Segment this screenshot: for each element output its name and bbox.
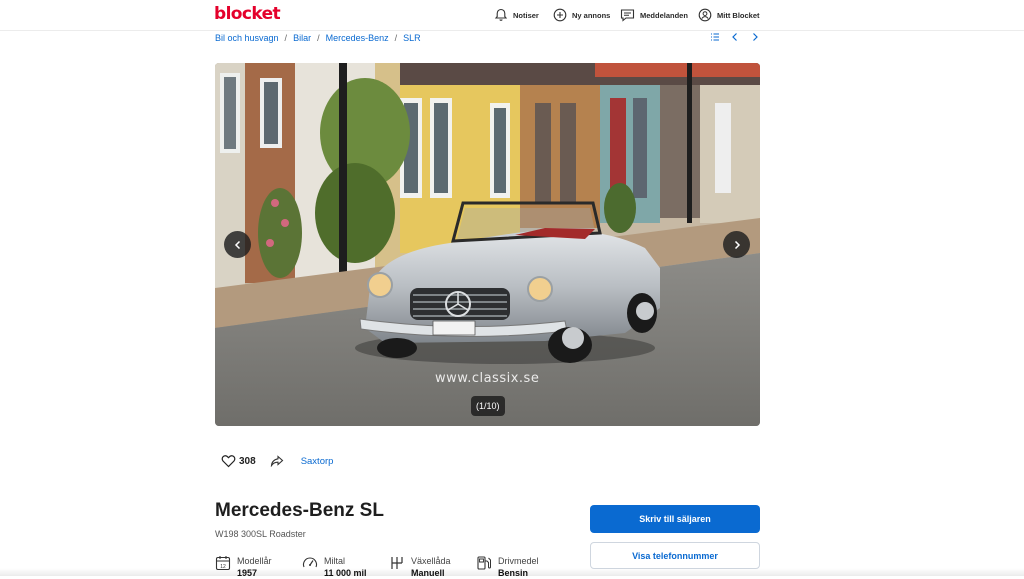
- breadcrumb-separator: /: [394, 33, 398, 43]
- nav-notiser[interactable]: Notiser: [494, 7, 539, 23]
- previous-image-button[interactable]: [224, 231, 251, 258]
- message-seller-button[interactable]: Skriv till säljaren: [590, 505, 760, 533]
- nav-mitt-blocket[interactable]: Mitt Blocket: [698, 7, 760, 23]
- nav-meddelanden[interactable]: Meddelanden: [620, 7, 688, 23]
- chevron-left-icon[interactable]: [730, 32, 740, 42]
- photo-watermark: www.classix.se: [435, 371, 540, 386]
- chevron-right-icon[interactable]: [750, 32, 760, 42]
- like-count: 308: [239, 455, 256, 467]
- breadcrumb-item[interactable]: Bil och husvagn: [215, 33, 279, 43]
- nav-label: Mitt Blocket: [717, 10, 760, 20]
- show-phone-button[interactable]: Visa telefonnummer: [590, 542, 760, 569]
- bell-icon: [494, 8, 508, 21]
- spec-label: Drivmedel: [498, 556, 539, 566]
- top-header: blocket Notiser Ny annons Meddelanden Mi…: [0, 0, 1024, 31]
- list-icon[interactable]: [710, 32, 720, 42]
- breadcrumb-separator: /: [284, 33, 288, 43]
- nav-label: Meddelanden: [640, 10, 688, 20]
- chat-icon: [620, 9, 635, 22]
- breadcrumb-separator: /: [317, 33, 320, 43]
- next-image-button[interactable]: [723, 231, 750, 258]
- spec-label: Modellår: [237, 556, 272, 566]
- image-gallery[interactable]: www.classix.se (1/10): [215, 63, 760, 426]
- heart-icon[interactable]: [221, 454, 236, 468]
- breadcrumb-item[interactable]: Bilar: [293, 33, 311, 43]
- share-button[interactable]: [270, 455, 284, 467]
- user-icon: [698, 8, 712, 22]
- scroll-fade: [0, 568, 1024, 576]
- image-counter: (1/10): [471, 396, 505, 416]
- spec-label: Växellåda: [411, 556, 451, 566]
- nav-ny-annons[interactable]: Ny annons: [553, 7, 610, 23]
- breadcrumb-item[interactable]: Mercedes-Benz: [326, 33, 389, 43]
- listing-navigation: [710, 32, 760, 42]
- listing-subtitle: W198 300SL Roadster: [215, 529, 306, 539]
- share-icon: [270, 455, 284, 467]
- listing-actions: 308 Saxtorp: [221, 454, 333, 468]
- nav-label: Notiser: [513, 10, 539, 20]
- blocket-logo[interactable]: blocket: [214, 4, 281, 24]
- spec-label: Miltal: [324, 556, 346, 566]
- listing-title: Mercedes-Benz SL: [215, 500, 384, 521]
- breadcrumb-item[interactable]: SLR: [403, 33, 421, 43]
- location-link[interactable]: Saxtorp: [301, 456, 334, 467]
- nav-label: Ny annons: [572, 10, 611, 20]
- plus-circle-icon: [553, 8, 567, 22]
- breadcrumb: Bil och husvagn / Bilar / Mercedes-Benz …: [215, 33, 421, 43]
- chevron-right-icon: [734, 240, 740, 249]
- chevron-left-icon: [234, 240, 240, 249]
